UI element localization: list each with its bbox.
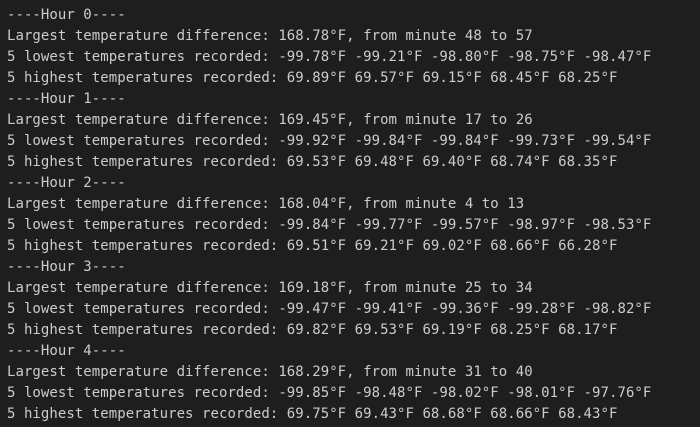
largest-difference-line: Largest temperature difference: 168.29°F…	[7, 364, 533, 380]
largest-difference-line: Largest temperature difference: 168.04°F…	[7, 196, 525, 212]
terminal-output[interactable]: ----Hour 0---- Largest temperature diffe…	[0, 0, 700, 427]
largest-difference-line: Largest temperature difference: 169.45°F…	[7, 112, 533, 128]
hour-header: ----Hour 3----	[7, 259, 126, 275]
hour-header: ----Hour 2----	[7, 175, 126, 191]
highest-temperatures-line: 5 highest temperatures recorded: 69.82°F…	[7, 322, 618, 338]
highest-temperatures-line: 5 highest temperatures recorded: 69.53°F…	[7, 154, 618, 170]
hour-header: ----Hour 1----	[7, 91, 126, 107]
lowest-temperatures-line: 5 lowest temperatures recorded: -99.84°F…	[7, 217, 652, 233]
hour-header: ----Hour 4----	[7, 343, 126, 359]
lowest-temperatures-line: 5 lowest temperatures recorded: -99.85°F…	[7, 385, 652, 401]
highest-temperatures-line: 5 highest temperatures recorded: 69.51°F…	[7, 238, 618, 254]
largest-difference-line: Largest temperature difference: 168.78°F…	[7, 28, 533, 44]
lowest-temperatures-line: 5 lowest temperatures recorded: -99.92°F…	[7, 133, 652, 149]
highest-temperatures-line: 5 highest temperatures recorded: 69.89°F…	[7, 70, 618, 86]
largest-difference-line: Largest temperature difference: 169.18°F…	[7, 280, 533, 296]
lowest-temperatures-line: 5 lowest temperatures recorded: -99.78°F…	[7, 49, 652, 65]
hour-header: ----Hour 0----	[7, 7, 126, 23]
highest-temperatures-line: 5 highest temperatures recorded: 69.75°F…	[7, 406, 618, 422]
lowest-temperatures-line: 5 lowest temperatures recorded: -99.47°F…	[7, 301, 652, 317]
